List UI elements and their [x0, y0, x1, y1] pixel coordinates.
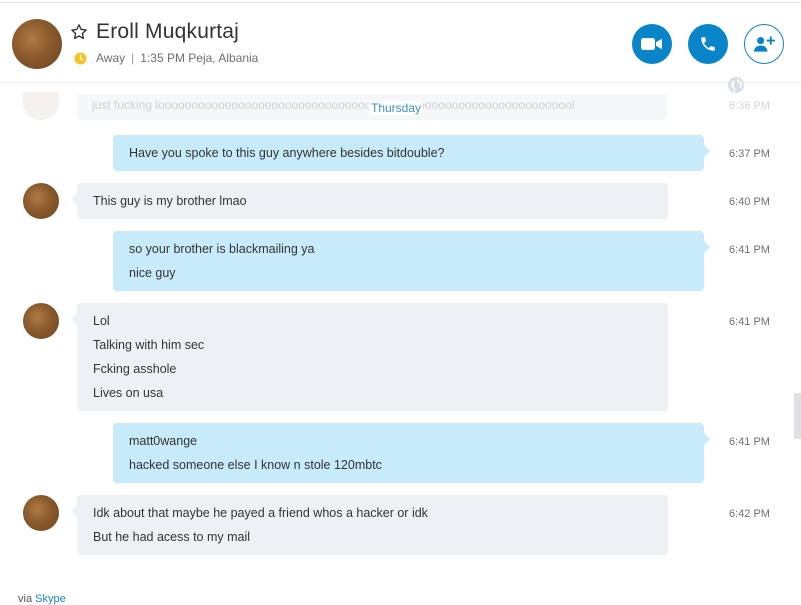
message-time: 6:40 PM [729, 196, 770, 208]
message-text: Talking with him sec [93, 338, 205, 352]
message-text: Idk about that maybe he payed a friend w… [93, 506, 428, 520]
phone-icon [701, 37, 715, 51]
presence-status: Away [96, 51, 126, 65]
message-text: Lol [93, 314, 110, 328]
conversation-header: Eroll Muqkurtaj Away | 1:35 PM Peja, Alb… [0, 3, 801, 83]
message-time: 6:41 PM [729, 316, 770, 328]
message-time-partial: 6:36 PM [729, 100, 770, 112]
video-camera-icon [641, 38, 662, 50]
message-text: Fcking asshole [93, 362, 177, 376]
message-text: hacked someone else I know n stole 120mb… [129, 458, 382, 472]
status-separator: | [131, 51, 135, 65]
skype-link[interactable]: Skype [35, 593, 66, 605]
message-text-partial: just fucking loooooooooooooooooooooooooo… [92, 98, 575, 112]
audio-call-button[interactable] [688, 24, 728, 64]
incoming-message[interactable]: Idk about that maybe he payed a friend w… [71, 495, 668, 555]
scrollbar-thumb[interactable] [794, 393, 801, 439]
outgoing-message[interactable]: Have you spoke to this guy anywhere besi… [113, 135, 710, 171]
star-outline-icon[interactable] [70, 23, 88, 41]
message-text: Lives on usa [93, 386, 164, 400]
footer-prefix: via [18, 593, 33, 605]
outgoing-message[interactable]: so your brother is blackmailing ya nice … [113, 231, 710, 291]
clock-icon [74, 51, 87, 65]
sender-avatar-partial [23, 92, 59, 120]
incoming-message[interactable]: Lol Talking with him sec Fcking asshole … [71, 303, 668, 411]
day-separator: Thursday [369, 101, 424, 115]
presence-row: Away | 1:35 PM Peja, Albania [74, 51, 258, 65]
outgoing-message[interactable]: matt0wange hacked someone else I know n … [113, 423, 710, 483]
add-participant-button[interactable] [744, 24, 784, 64]
contact-name[interactable]: Eroll Muqkurtaj [96, 20, 239, 44]
message-time: 6:42 PM [729, 508, 770, 520]
sender-avatar[interactable] [23, 303, 59, 339]
message-time: 6:41 PM [729, 436, 770, 448]
message-time: 6:37 PM [729, 148, 770, 160]
message-text: Have you spoke to this guy anywhere besi… [129, 146, 445, 160]
message-text: matt0wange [129, 434, 198, 448]
message-text: This guy is my brother lmao [93, 194, 247, 208]
message-text: But he had acess to my mail [93, 530, 251, 544]
footer-attribution: via Skype [18, 593, 66, 605]
message-list[interactable]: just fucking loooooooooooooooooooooooooo… [0, 84, 801, 584]
message-text: nice guy [129, 266, 176, 280]
message-text: so your brother is blackmailing ya [129, 242, 315, 256]
message-time: 6:41 PM [729, 244, 770, 256]
incoming-message[interactable]: This guy is my brother lmao [71, 183, 668, 219]
video-call-button[interactable] [632, 24, 672, 64]
local-time: 1:35 PM Peja, Albania [140, 51, 259, 65]
sender-avatar[interactable] [23, 495, 59, 531]
contact-avatar[interactable] [12, 19, 62, 69]
sender-avatar[interactable] [23, 183, 59, 219]
add-person-icon [753, 36, 775, 52]
